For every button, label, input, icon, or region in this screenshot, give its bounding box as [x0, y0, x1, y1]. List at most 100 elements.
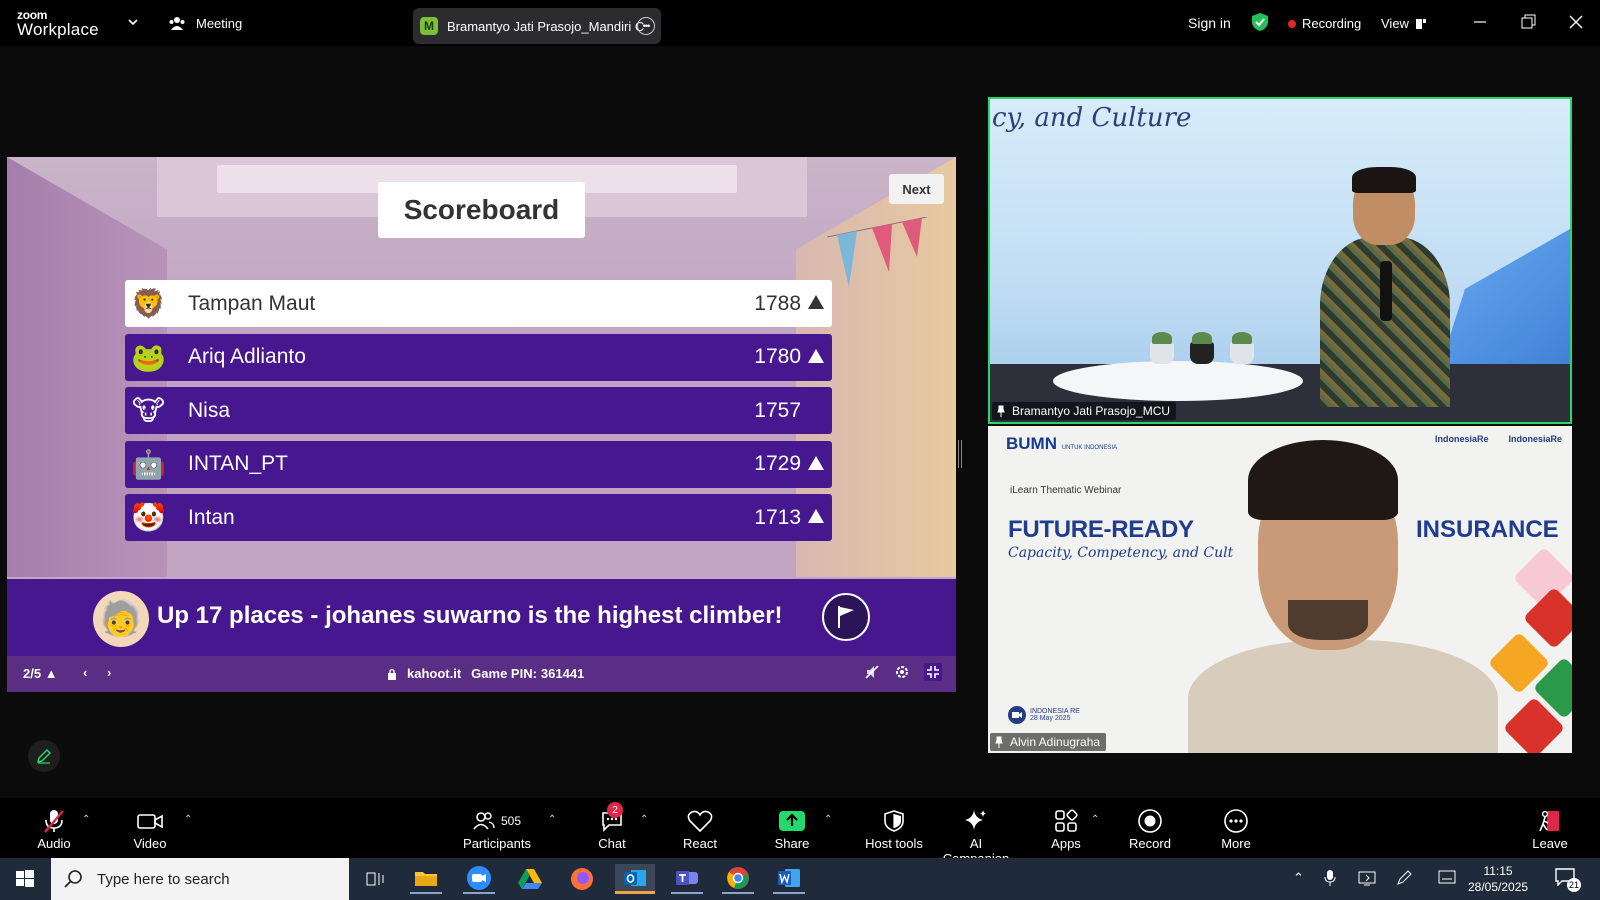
host-tools-label: Host tools: [865, 836, 923, 851]
settings-gear-icon[interactable]: [894, 664, 910, 680]
meeting-controls: Audio ⌃ Video ⌃ 505 Participants ⌃ 2 Cha…: [0, 798, 1600, 866]
windows-start-icon[interactable]: [9, 864, 41, 894]
video-options-caret-icon[interactable]: ⌃: [184, 814, 192, 825]
climber-avatar: 🧓: [93, 591, 149, 647]
prev-arrow-icon[interactable]: ‹: [83, 665, 87, 680]
chrome-icon[interactable]: [722, 864, 754, 894]
video-tile-active-speaker[interactable]: cy, and Culture Bramantyo Jati Prasojo_M…: [988, 97, 1572, 424]
layout-splitter-handle[interactable]: [958, 440, 962, 468]
rank-up-arrow-icon: [808, 455, 824, 470]
notification-center-icon[interactable]: 21: [1555, 868, 1581, 892]
more-options-icon[interactable]: •••: [637, 17, 655, 35]
minimize-icon[interactable]: [1470, 12, 1490, 32]
windows-taskbar: Type here to search ⌃ 11:15 28/05/2025 2…: [0, 858, 1600, 900]
player-name: INTAN_PT: [188, 452, 288, 475]
pin-icon: [997, 405, 1005, 417]
firefox-icon[interactable]: [566, 864, 598, 894]
question-counter-text: 2/5: [23, 666, 42, 681]
shield-icon: [884, 810, 904, 832]
react-button[interactable]: React: [680, 806, 720, 851]
word-icon[interactable]: [773, 864, 805, 894]
layout-icon: [1415, 18, 1426, 29]
view-label: View: [1381, 16, 1409, 31]
more-button[interactable]: More: [1218, 806, 1254, 851]
shared-screen-kahoot[interactable]: Scoreboard Next 🦁 Tampan Maut 1788 🐸 Ari…: [7, 157, 956, 692]
keyboard-tray-icon[interactable]: [1438, 870, 1456, 887]
annotate-pen-icon[interactable]: [28, 740, 60, 772]
screen-share-tray-icon[interactable]: [1358, 870, 1376, 889]
host-tools-button[interactable]: Host tools: [864, 806, 924, 851]
restore-icon[interactable]: [1518, 12, 1538, 32]
participant-name: Alvin Adinugraha: [1010, 735, 1101, 749]
video-button[interactable]: Video: [130, 806, 170, 851]
event-date-text: 28 May 2025: [1030, 715, 1071, 722]
recording-indicator[interactable]: Recording: [1288, 16, 1361, 31]
chat-options-caret-icon[interactable]: ⌃: [640, 814, 648, 825]
apps-grid-icon: [1055, 809, 1078, 832]
view-menu[interactable]: View: [1381, 16, 1427, 31]
close-icon[interactable]: [1566, 12, 1586, 32]
participant-hair: [1248, 440, 1398, 520]
task-view-icon[interactable]: [359, 864, 391, 894]
plant-pot: [1230, 332, 1254, 364]
camera-badge-icon: [1008, 706, 1026, 724]
exit-fullscreen-icon[interactable]: [924, 663, 942, 681]
scoreboard-row: 🐮 Nisa 1757: [125, 387, 832, 434]
microphone-tray-icon[interactable]: [1324, 870, 1336, 889]
recording-dot-icon: [1288, 19, 1296, 28]
kahoot-site: kahoot.it: [407, 666, 462, 681]
climber-suffix: places - johanes suwarno is the highest …: [222, 602, 783, 629]
logo-big-text: Workplace: [17, 20, 99, 39]
meeting-label: Meeting: [196, 15, 243, 31]
teams-icon[interactable]: [671, 864, 703, 894]
ai-companion-button[interactable]: AI Companion: [935, 806, 1017, 866]
participants-options-caret-icon[interactable]: ⌃: [548, 814, 556, 825]
chat-label: Chat: [598, 836, 626, 851]
player-score: 1780: [754, 345, 801, 368]
chat-button[interactable]: 2 Chat: [593, 802, 631, 851]
rank-up-arrow-icon: [808, 295, 824, 309]
zoom-app-icon[interactable]: [463, 864, 495, 894]
shared-screen-pill[interactable]: M Bramantyo Jati Prasojo_Mandiri C •••: [413, 8, 661, 44]
share-options-caret-icon[interactable]: ⌃: [824, 814, 832, 825]
scoreboard-row: 🤖 INTAN_PT 1729: [125, 440, 832, 488]
outlook-icon[interactable]: [615, 864, 655, 894]
people-icon: [169, 17, 185, 30]
google-drive-icon[interactable]: [514, 864, 546, 894]
flag-icon: [822, 593, 870, 641]
system-clock[interactable]: 11:15 28/05/2025: [1468, 863, 1528, 895]
encryption-shield-icon[interactable]: [1251, 12, 1269, 32]
file-explorer-icon[interactable]: [410, 864, 442, 894]
apps-options-caret-icon[interactable]: ⌃: [1091, 814, 1099, 825]
mute-icon[interactable]: [864, 664, 880, 680]
audio-options-caret-icon[interactable]: ⌃: [82, 814, 90, 825]
sparkle-icon: [965, 810, 986, 830]
apps-button[interactable]: Apps: [1048, 806, 1084, 851]
show-hidden-icons-chevron-icon[interactable]: ⌃: [1293, 870, 1304, 886]
audio-button[interactable]: Audio: [34, 806, 74, 851]
pen-tray-icon[interactable]: [1396, 870, 1412, 889]
leave-button[interactable]: Leave: [1530, 806, 1570, 851]
next-arrow-icon[interactable]: ›: [107, 665, 111, 680]
participants-button[interactable]: 505 Participants: [462, 806, 532, 851]
meeting-menu[interactable]: Meeting: [168, 15, 242, 31]
taskbar-search-input[interactable]: Type here to search: [51, 858, 349, 900]
video-tile[interactable]: BUMN UNTUK INDONESIA IndonesiaRe Indones…: [988, 426, 1572, 753]
game-pin: kahoot.it Game PIN: 361441: [387, 666, 584, 681]
question-counter: 2/5 ▲: [23, 666, 58, 681]
scoreboard-row: 🦁 Tampan Maut 1788: [125, 280, 832, 327]
chevron-down-icon[interactable]: [127, 16, 139, 28]
record-label: Record: [1129, 836, 1171, 851]
bumn-logo: BUMN UNTUK INDONESIA: [1006, 434, 1117, 454]
player-score: 1713: [754, 505, 801, 529]
next-button[interactable]: Next: [889, 174, 944, 204]
plant-pot: [1190, 332, 1214, 364]
audio-label: Audio: [37, 836, 71, 851]
share-button[interactable]: Share: [772, 806, 812, 851]
sign-in-link[interactable]: Sign in: [1188, 15, 1231, 31]
participants-label: Participants: [463, 836, 531, 851]
climber-text: Up 17 places - johanes suwarno is the hi…: [157, 602, 783, 630]
sharer-name: Bramantyo Jati Prasojo_Mandiri C: [447, 18, 645, 34]
title-bar: zoom Workplace Meeting M Bramantyo Jati …: [0, 0, 1600, 46]
record-button[interactable]: Record: [1128, 806, 1172, 851]
